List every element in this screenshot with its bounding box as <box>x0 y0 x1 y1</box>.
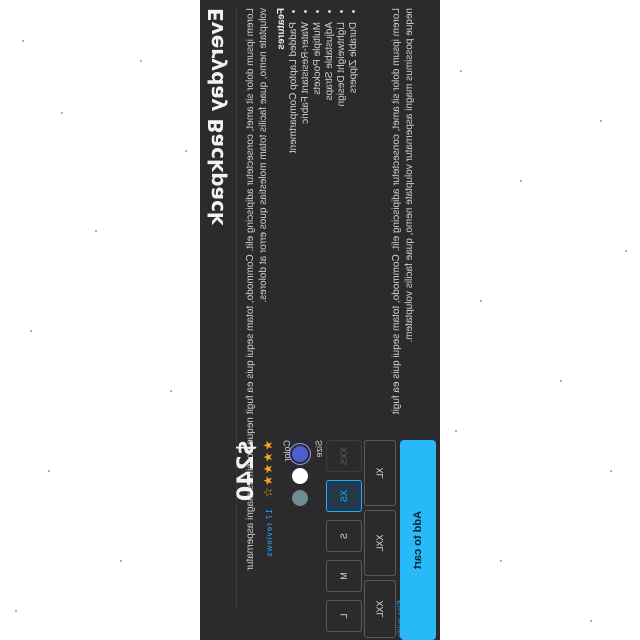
size-option-m[interactable]: M <box>326 560 362 592</box>
star-rating-icon: ★★★★☆ <box>261 440 275 499</box>
features-list: Padded Laptop Compartment Water-Resistan… <box>288 8 360 248</box>
product-description-secondary: Lorem ipsum dolor sit amet, consectetur … <box>391 8 415 415</box>
product-title: Everyday Backpack <box>204 8 228 226</box>
rating: ★★★★☆ 17 reviews <box>261 440 275 630</box>
reviews-link[interactable]: 17 reviews <box>265 509 274 557</box>
product-panel: Everyday Backpack Lorem ipsum dolor sit … <box>200 0 440 640</box>
color-swatch-white[interactable] <box>292 468 308 484</box>
feature-item: Lightweight Design <box>336 22 348 248</box>
feature-item: Multiple Pockets <box>312 22 324 248</box>
add-to-cart-button[interactable]: Add to cart <box>400 440 436 640</box>
feature-item: Adjustable Straps <box>324 22 336 248</box>
color-label: Color <box>282 440 292 462</box>
size-option-s[interactable]: S <box>326 520 362 552</box>
size-option-l[interactable]: L <box>326 600 362 632</box>
size-option-xxl[interactable]: XXL <box>364 510 396 576</box>
features-section: Features Padded Laptop Compartment Water… <box>276 8 360 248</box>
size-option-xxl-2[interactable]: XXL <box>364 580 396 638</box>
size-label: Size <box>314 440 324 458</box>
price: $240 <box>234 440 259 502</box>
size-option-xs[interactable]: XS <box>326 480 362 512</box>
size-option-xl[interactable]: XL <box>364 440 396 506</box>
feature-item: Water-Resistant Fabric <box>300 22 312 248</box>
color-swatch-blue[interactable] <box>292 446 308 462</box>
color-swatch-slate[interactable] <box>292 490 308 506</box>
feature-item: Padded Laptop Compartment <box>288 22 300 248</box>
feature-item: Durable Zippers <box>348 22 360 248</box>
product-card: Everyday Backpack Lorem ipsum dolor sit … <box>200 0 440 640</box>
features-label: Features <box>276 8 287 50</box>
size-option-xxs[interactable]: XXS <box>326 440 362 472</box>
price-block: $240 ★★★★☆ 17 reviews <box>234 440 275 630</box>
